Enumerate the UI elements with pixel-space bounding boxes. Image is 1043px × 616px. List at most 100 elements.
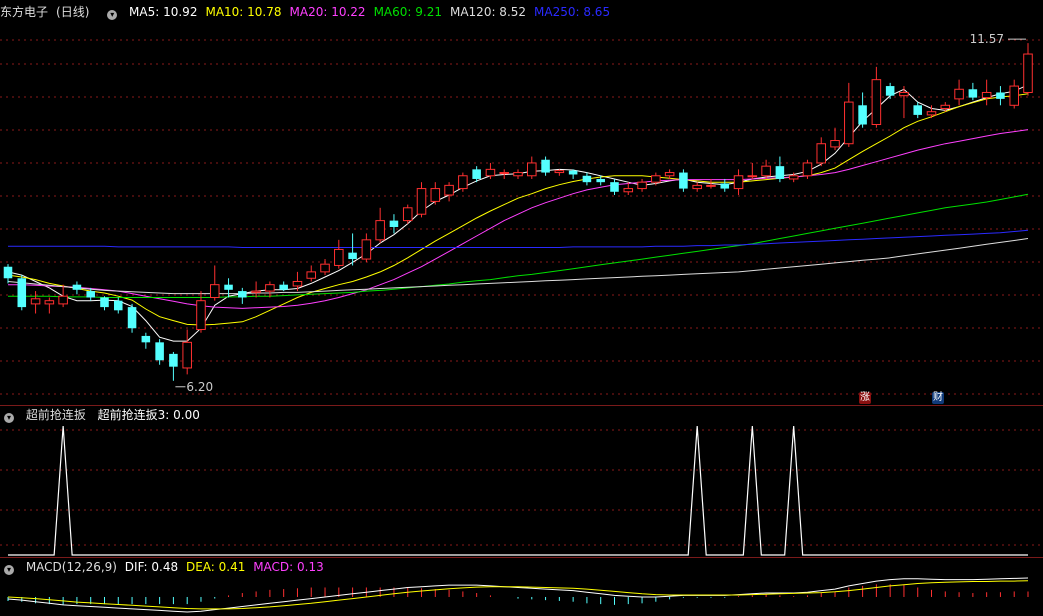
candle-body [940, 104, 951, 109]
candle-body [871, 79, 882, 126]
stock-title[interactable]: 东方电子 (日线) [0, 5, 101, 19]
candle-body [182, 341, 192, 369]
candle-body [127, 307, 137, 329]
candle-body [582, 175, 592, 183]
main-header: 东方电子 (日线) ▾ MA5: 10.92 MA10: 10.78 MA20: 10… [0, 2, 626, 22]
candle-body [86, 291, 95, 298]
candle-body [830, 140, 840, 148]
indicator-legend: 超前抢连扳3: 0.00 [97, 408, 200, 422]
ma-legend-item: MA20: 10.22 [289, 5, 366, 19]
candle-body [733, 175, 744, 190]
candle-body [155, 342, 164, 361]
ma-line-ma5 [7, 84, 1029, 342]
candle-body [169, 353, 178, 367]
badge-label: 涨 [860, 392, 870, 403]
candle-body [251, 290, 261, 293]
candle-body [913, 105, 923, 115]
candlestick-chart[interactable]: 11.57 6.20 [0, 0, 1043, 616]
grid-lines [0, 39, 1043, 546]
candle-body [692, 184, 702, 190]
candle-body [72, 284, 82, 290]
candle-body [775, 166, 785, 179]
candle-body [3, 266, 13, 279]
ma-legend-item: MA120: 8.52 [449, 5, 527, 19]
candle-body [858, 105, 867, 125]
candle-body [265, 284, 275, 292]
candle-body [238, 291, 247, 298]
price-markers: 11.57 6.20 [175, 32, 1026, 394]
macd-name[interactable]: MACD(12,26,9) [26, 560, 117, 574]
candle-body [747, 175, 758, 178]
candle-body [485, 168, 496, 177]
candle-body [458, 175, 468, 190]
candle-body [844, 101, 854, 145]
ma-legend-item: MA10: 10.78 [205, 5, 282, 19]
ma-line-ma10 [7, 93, 1029, 326]
candle-body [554, 170, 565, 174]
macd-dea: DEA: 0.41 [185, 560, 246, 574]
candle-body [58, 295, 68, 305]
signal-series [8, 425, 1028, 556]
chevron-down-icon[interactable]: ▾ [4, 565, 14, 575]
panel-separator [0, 557, 1043, 558]
high-price-label: 11.57 [970, 32, 1004, 46]
macd-series [7, 577, 1029, 613]
candle-body [664, 172, 675, 177]
ma-lines [7, 84, 1029, 342]
ma-line-ma20 [8, 129, 1029, 309]
signal-line [8, 425, 1028, 556]
macd-dif: DIF: 0.48 [124, 560, 179, 574]
candle-body [320, 263, 330, 273]
candle-body [996, 92, 1005, 99]
limit-up-badge[interactable]: 涨 [859, 392, 871, 404]
candle-body [1023, 53, 1033, 93]
candle-body [816, 143, 827, 164]
candle-body [196, 300, 206, 331]
candle-body [885, 86, 895, 96]
panel-separator [0, 405, 1043, 406]
candle-body [17, 278, 27, 308]
ma-legend-item: MA60: 9.21 [373, 5, 442, 19]
candle-body [499, 172, 509, 175]
chevron-down-icon[interactable]: ▾ [107, 10, 118, 20]
ma-legend-item: MA5: 10.92 [129, 5, 198, 19]
ma-line-ma250 [8, 229, 1029, 248]
candle-body [679, 172, 688, 189]
candle-body [402, 207, 413, 222]
stock-name: 东方电子 [0, 5, 49, 19]
ma-line-ma60 [8, 193, 1029, 298]
candle-body [375, 220, 385, 241]
indicator-header: ▾ 超前抢连扳 超前抢连扳3: 0.00 [0, 405, 208, 425]
dea-line [7, 580, 1029, 610]
dif-line [7, 577, 1029, 613]
candle-body [472, 169, 481, 179]
candle-body [926, 111, 937, 116]
candle-body [802, 162, 813, 177]
candle-body [981, 91, 992, 99]
candles [3, 43, 1033, 381]
candle-body [706, 184, 716, 187]
indicator-name[interactable]: 超前抢连扳 [26, 408, 86, 422]
candle-body [788, 175, 799, 180]
candle-body [444, 184, 454, 196]
candle-body [416, 188, 427, 215]
candle-body [224, 284, 233, 290]
low-price-label: 6.20 [186, 380, 213, 394]
candle-body [279, 284, 288, 290]
ma-line-ma120 [7, 238, 1029, 295]
candle-body [306, 271, 317, 279]
ma-legend: MA5: 10.92 MA10: 10.78 MA20: 10.22 MA60: 9.… [129, 5, 618, 19]
candle-body [389, 220, 399, 228]
candle-body [430, 188, 441, 202]
period-label: (日线) [56, 5, 90, 19]
candle-body [334, 248, 344, 266]
candle-body [100, 297, 109, 308]
candle-body [1009, 85, 1019, 106]
candle-body [720, 183, 730, 189]
candle-body [761, 165, 771, 177]
macd-value: MACD: 0.13 [253, 560, 324, 574]
chevron-down-icon[interactable]: ▾ [4, 413, 14, 423]
finance-badge[interactable]: 财 [932, 392, 944, 404]
macd-header: ▾ MACD(12,26,9) DIF: 0.48 DEA: 0.41 MACD… [0, 557, 332, 577]
candle-body [541, 159, 550, 173]
